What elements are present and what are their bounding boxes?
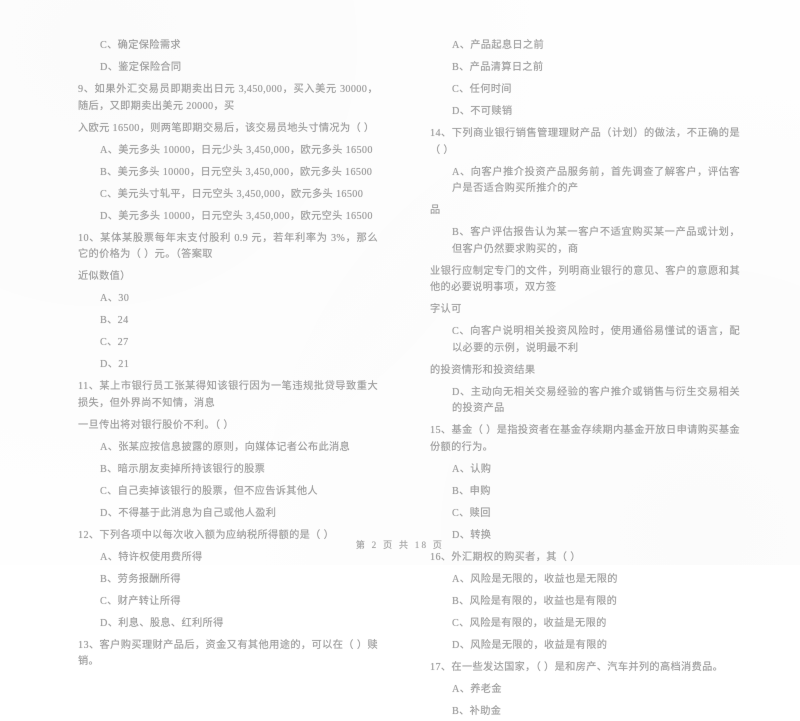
- answer-option: C、美元头寸轧平，日元空头 3,450,000，欧元多头 16500: [100, 188, 364, 200]
- question-text: 14、下列商业银行销售管理理财产品（计划）的做法，不正确的是（ ）: [430, 128, 740, 156]
- answer-option: B、24: [100, 315, 129, 327]
- answer-option: D、鉴定保险合同: [100, 62, 182, 74]
- answer-option: C、自己卖掉该银行的股票，但不应告诉其他人: [100, 485, 318, 497]
- answer-option: D、不得基于此消息为自己或他人盈利: [100, 507, 277, 519]
- answer-option: D、主动向无相关交易经验的客户推介或销售与衍生交易相关的投资产品: [452, 386, 740, 415]
- answer-option: B、暗示朋友卖掉所持该银行的股票: [100, 463, 266, 475]
- page-footer: 第 2 页 共 18 页: [355, 540, 445, 550]
- answer-option: C、赎回: [452, 507, 491, 519]
- answer-option: B、产品清算日之前: [452, 62, 544, 74]
- wrapped-line: 字认可: [430, 304, 462, 316]
- answer-option: A、美元多头 10000，日元少头 3,450,000，欧元多头 16500: [100, 144, 373, 156]
- two-column-body: C、确定保险需求 D、鉴定保险合同 9、如果外汇交易员即期卖出日元 3,450,00…: [0, 0, 800, 717]
- answer-option: C、27: [100, 337, 129, 349]
- answer-option: D、21: [100, 359, 130, 371]
- wrapped-line: 品: [430, 205, 441, 217]
- document-page: C、确定保险需求 D、鉴定保险合同 9、如果外汇交易员即期卖出日元 3,450,00…: [0, 0, 800, 717]
- answer-option: B、补助金: [452, 706, 502, 717]
- wrapped-line: 业银行应制定专门的文件，列明商业银行的意见、客户的意愿和其他的必要说明事项，双方…: [430, 265, 740, 294]
- answer-option: C、风险是有限的，收益是无限的: [452, 617, 607, 629]
- answer-option: D、风险是无限的，收益是有限的: [452, 639, 608, 651]
- answer-option: B、美元多头 10000，日元空头 3,450,000，欧元多头 16500: [100, 166, 373, 178]
- answer-option: A、向客户推介投资产品服务前，首先调查了解客户，评估客户是否适合购买所推介的产: [452, 166, 740, 195]
- wrapped-line: 一旦传出将对银行股价不利。（ ）: [78, 419, 234, 431]
- answer-option: C、财产转让所得: [100, 595, 181, 607]
- answer-option: A、产品起息日之前: [452, 40, 545, 51]
- answer-option: B、客户评估报告认为某一客户不适宜购买某一产品或计划，但客户仍然要求购买的，商: [452, 227, 740, 255]
- answer-option: C、确定保险需求: [100, 40, 181, 51]
- question-text: 15、基金（ ）是指投资者在基金存续期内基金开放日申请购买基金份额的行为。: [430, 425, 740, 453]
- wrapped-line: 近似数值）: [78, 271, 131, 283]
- answer-option: D、利息、股息、红利所得: [100, 617, 224, 629]
- answer-option: A、风险是无限的，收益也是无限的: [452, 573, 618, 585]
- question-text: 17、在一些发达国家，（ ）是和房产、汽车并列的高档消费品。: [430, 661, 724, 673]
- question-text: 13、客户购买理财产品后，资金又有其他用途的，可以在（ ）赎销。: [78, 639, 378, 668]
- wrapped-line: 的投资情形和投资结果: [430, 364, 536, 376]
- left-text-column: C、确定保险需求 D、鉴定保险合同 9、如果外汇交易员即期卖出日元 3,450,00…: [0, 0, 400, 667]
- question-text: 11、某上市银行员工张某得知该银行因为一笔违规批贷导致重大损失，但外界尚不知情，…: [78, 381, 378, 409]
- wrapped-line: 入欧元 16500，则两笔即期交易后，该交易员地头寸情况为（ ）: [78, 122, 375, 134]
- answer-option: B、劳务报酬所得: [100, 573, 181, 585]
- right-text-column: A、产品起息日之前 B、产品清算日之前 C、任何时间 D、不可赎销 14、下列商业银行销…: [400, 0, 800, 717]
- answer-option: D、美元多头 10000，日元空头 3,450,000，欧元空头 16500: [100, 210, 373, 222]
- answer-option: A、养老金: [452, 683, 502, 695]
- question-text: 9、如果外汇交易员即期卖出日元 3,450,000，买入美元 30000，随后，…: [78, 84, 378, 112]
- question-text: 16、外汇期权的购买者，其（ ）: [430, 551, 581, 563]
- question-text: 10、某体某股票每年末支付股利 0.9 元，若年利率为 3%，那么它的价格为（ …: [78, 232, 378, 261]
- answer-option: A、30: [100, 293, 130, 305]
- answer-option: C、任何时间: [452, 84, 512, 96]
- answer-option: C、向客户说明相关投资风险时，使用通俗易懂试的语言，配以必要的示例，说明最不利: [452, 326, 740, 354]
- answer-option: B、风险是有限的，收益也是有限的: [452, 595, 618, 607]
- answer-option: A、特许权使用费所得: [100, 551, 203, 563]
- answer-option: B、申购: [452, 485, 491, 497]
- answer-option: A、认购: [452, 463, 492, 475]
- answer-option: D、不可赎销: [452, 106, 513, 118]
- answer-option: A、张某应按信息披露的原则，向媒体记者公布此消息: [100, 441, 351, 453]
